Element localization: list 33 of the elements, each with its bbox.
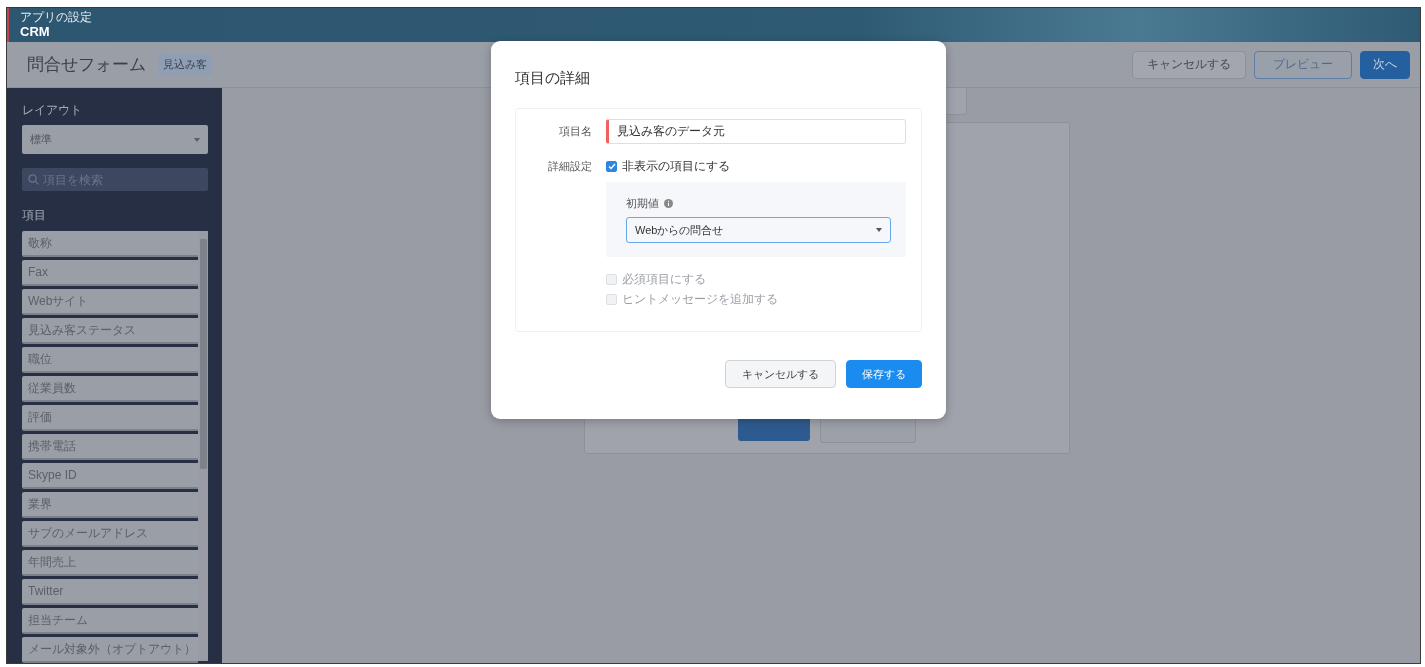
info-icon <box>664 199 673 208</box>
option-label: 必須項目にする <box>622 270 706 288</box>
cancel-button[interactable]: キャンセルする <box>1132 50 1246 79</box>
field-item[interactable]: 職位 <box>22 347 198 373</box>
settings-label: 詳細設定 <box>547 158 593 174</box>
option-label: 非表示の項目にする <box>622 157 730 175</box>
field-item[interactable]: 業界 <box>22 492 198 518</box>
default-value-label: 初期値 <box>626 196 659 211</box>
scrollbar[interactable] <box>198 231 208 661</box>
field-item[interactable]: 敬称 <box>22 231 198 257</box>
field-item[interactable]: Twitter <box>22 579 198 605</box>
layout-select[interactable]: 標準 <box>22 125 208 154</box>
field-name-label: 項目名 <box>558 124 593 139</box>
field-item[interactable]: Fax <box>22 260 198 286</box>
fields-heading: 項目 <box>22 207 47 224</box>
caret-icon <box>194 137 200 142</box>
field-item[interactable]: 担当チーム <box>22 608 198 634</box>
dialog-title: 項目の詳細 <box>515 69 591 88</box>
save-button[interactable]: 保存する <box>846 360 922 388</box>
caret-icon <box>876 228 882 232</box>
section-label: アプリの設定 <box>20 10 93 24</box>
option-label: ヒントメッセージを追加する <box>622 290 778 308</box>
next-button[interactable]: 次へ <box>1360 50 1410 79</box>
cancel-button[interactable]: キャンセルする <box>725 360 836 388</box>
form-title: 問合せフォーム <box>27 54 146 76</box>
field-name-input[interactable]: 見込み客のデータ元 <box>606 119 906 144</box>
preview-button[interactable]: プレビュー <box>1254 50 1352 79</box>
checkbox[interactable] <box>606 160 617 172</box>
app-name: CRM <box>20 24 51 40</box>
field-item[interactable]: Skype ID <box>22 463 198 489</box>
record-type-tag: 見込み客 <box>158 54 212 75</box>
layout-heading: レイアウト <box>22 102 83 119</box>
default-value-select[interactable]: Webからの問合せ <box>626 217 891 243</box>
